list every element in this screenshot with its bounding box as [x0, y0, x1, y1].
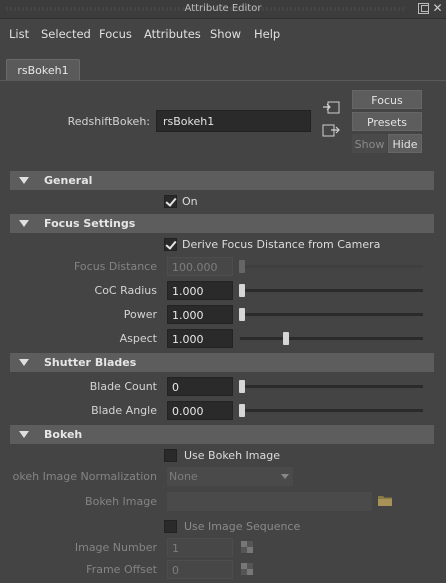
blade-angle-slider-handle[interactable]: [239, 404, 245, 417]
collapse-triangle-icon: [19, 177, 29, 184]
derive-focus-checkbox[interactable]: [164, 238, 177, 251]
blade-count-slider[interactable]: [240, 385, 423, 388]
hide-button[interactable]: Hide: [388, 134, 422, 153]
section-bokeh-header[interactable]: Bokeh: [10, 425, 434, 444]
focus-button[interactable]: Focus: [352, 90, 422, 109]
section-focus-settings-header[interactable]: Focus Settings: [10, 214, 434, 233]
bokeh-normalization-label: okeh Image Normalization: [12, 470, 157, 483]
use-bokeh-image-checkbox[interactable]: [164, 449, 177, 462]
use-image-sequence-label: Use Image Sequence: [184, 520, 301, 533]
folder-icon[interactable]: [377, 494, 393, 510]
section-title: General: [44, 174, 93, 187]
keyframe-icon[interactable]: [241, 541, 253, 553]
frame-offset-field[interactable]: 0: [167, 560, 233, 579]
blade-count-field[interactable]: 0: [167, 377, 233, 396]
chevron-down-icon: [281, 474, 289, 479]
menu-bar: List Selected Focus Attributes Show Help: [0, 19, 446, 47]
tab-rsbokeh1[interactable]: rsBokeh1: [6, 59, 80, 81]
aspect-slider-handle[interactable]: [283, 332, 289, 345]
derive-focus-label: Derive Focus Distance from Camera: [182, 238, 381, 251]
node-type-label: RedshiftBokeh:: [67, 115, 150, 128]
focus-distance-field[interactable]: 100.000: [167, 257, 233, 276]
keyframe-icon[interactable]: [241, 563, 253, 575]
section-general-header[interactable]: General: [10, 171, 434, 190]
coc-radius-field[interactable]: 1.000: [167, 281, 233, 300]
power-field[interactable]: 1.000: [167, 305, 233, 324]
dropdown-value: None: [169, 470, 198, 483]
menu-focus[interactable]: Focus: [99, 27, 132, 41]
image-number-label: Image Number: [74, 541, 157, 554]
use-bokeh-image-label: Use Bokeh Image: [184, 449, 280, 462]
collapse-triangle-icon: [19, 431, 29, 438]
float-window-icon[interactable]: [418, 3, 429, 14]
blade-angle-field[interactable]: 0.000: [167, 401, 233, 420]
on-label: On: [182, 195, 198, 208]
collapse-triangle-icon: [19, 359, 29, 366]
menu-attributes[interactable]: Attributes: [144, 27, 201, 41]
blade-angle-label: Blade Angle: [91, 404, 157, 417]
title-bar: Attribute Editor ✕: [0, 0, 446, 19]
on-checkbox[interactable]: [164, 195, 177, 208]
window-title: Attribute Editor: [184, 3, 262, 14]
section-shutter-blades-header[interactable]: Shutter Blades: [10, 353, 434, 372]
menu-list[interactable]: List: [9, 27, 29, 41]
presets-button[interactable]: Presets: [352, 112, 422, 131]
focus-distance-label: Focus Distance: [73, 260, 157, 273]
output-connections-icon[interactable]: [322, 124, 340, 138]
tab-divider: [0, 80, 446, 81]
bokeh-normalization-dropdown[interactable]: None: [167, 467, 293, 486]
bokeh-image-label: Bokeh Image: [85, 495, 157, 508]
aspect-label: Aspect: [119, 332, 157, 345]
coc-radius-label: CoC Radius: [94, 284, 157, 297]
power-slider[interactable]: [240, 313, 423, 316]
focus-distance-slider[interactable]: [240, 265, 423, 268]
aspect-field[interactable]: 1.000: [167, 329, 233, 348]
menu-show[interactable]: Show: [210, 27, 241, 41]
blade-count-label: Blade Count: [89, 380, 157, 393]
image-number-field[interactable]: 1: [167, 538, 233, 557]
power-slider-handle[interactable]: [239, 308, 245, 321]
menu-selected[interactable]: Selected: [41, 27, 91, 41]
section-title: Bokeh: [44, 428, 83, 441]
bokeh-image-path-field[interactable]: [167, 492, 372, 511]
input-connections-icon[interactable]: [322, 101, 340, 115]
menu-help[interactable]: Help: [254, 27, 280, 41]
close-icon[interactable]: ✕: [432, 2, 443, 14]
section-title: Shutter Blades: [44, 356, 137, 369]
use-image-sequence-checkbox[interactable]: [164, 520, 177, 533]
show-button[interactable]: Show: [352, 134, 387, 153]
blade-angle-slider[interactable]: [240, 409, 423, 412]
collapse-triangle-icon: [19, 220, 29, 227]
section-title: Focus Settings: [44, 217, 136, 230]
node-name-field[interactable]: rsBokeh1: [156, 110, 311, 132]
aspect-slider[interactable]: [240, 337, 423, 340]
coc-radius-slider-handle[interactable]: [239, 284, 245, 297]
frame-offset-label: Frame Offset: [86, 563, 157, 576]
power-label: Power: [123, 308, 157, 321]
focus-distance-slider-handle[interactable]: [239, 260, 245, 273]
blade-count-slider-handle[interactable]: [239, 380, 245, 393]
coc-radius-slider[interactable]: [240, 289, 423, 292]
